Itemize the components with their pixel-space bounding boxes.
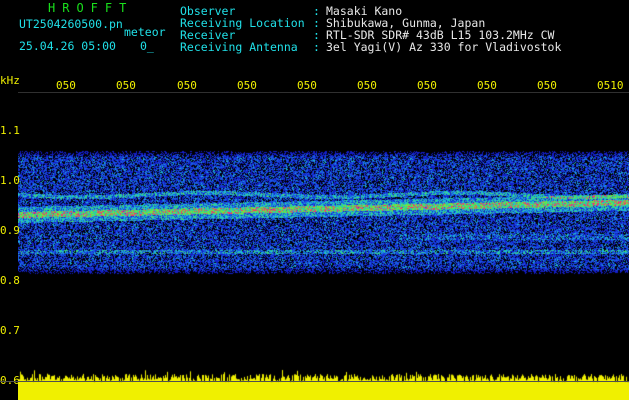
- filename-label: UT2504260500.pn: [19, 17, 123, 31]
- amplitude-trace: [18, 368, 629, 400]
- x-tick-label: 050: [477, 80, 497, 91]
- x-tick-label: 050: [417, 80, 437, 91]
- x-tick-label: 050: [357, 80, 377, 91]
- mode-label: meteor: [124, 25, 166, 39]
- datetime-label: 25.04.26 05:00: [19, 39, 116, 53]
- hrofft-window: HROFFT UT2504260500.pn meteor 25.04.26 0…: [0, 0, 629, 400]
- spectrogram: [18, 96, 629, 379]
- field-value-antenna: 3el Yagi(V) Az 330 for Vladivostok: [326, 40, 562, 54]
- y-tick-label: 0.8: [0, 274, 20, 287]
- x-tick-label: 050: [177, 80, 197, 91]
- y-axis-unit: kHz: [0, 74, 20, 87]
- x-tick-label: 050: [297, 80, 317, 91]
- x-tick-label: 050: [237, 80, 257, 91]
- x-tick-label: 0510: [597, 80, 624, 91]
- y-tick-label: 1.1: [0, 124, 20, 137]
- y-tick-label: 0.9: [0, 224, 20, 237]
- x-tick-label: 050: [116, 80, 136, 91]
- app-brand: HROFFT: [48, 1, 134, 15]
- field-sep: :: [313, 40, 320, 54]
- x-tick-label: 050: [537, 80, 557, 91]
- plot-top-border: [18, 92, 629, 93]
- y-tick-label: 1.0: [0, 174, 20, 187]
- field-label-antenna: Receiving Antenna: [180, 40, 298, 54]
- y-tick-label: 0.7: [0, 324, 20, 337]
- counter-label: 0_: [140, 39, 154, 53]
- x-tick-label: 050: [56, 80, 76, 91]
- baseline: [0, 381, 629, 382]
